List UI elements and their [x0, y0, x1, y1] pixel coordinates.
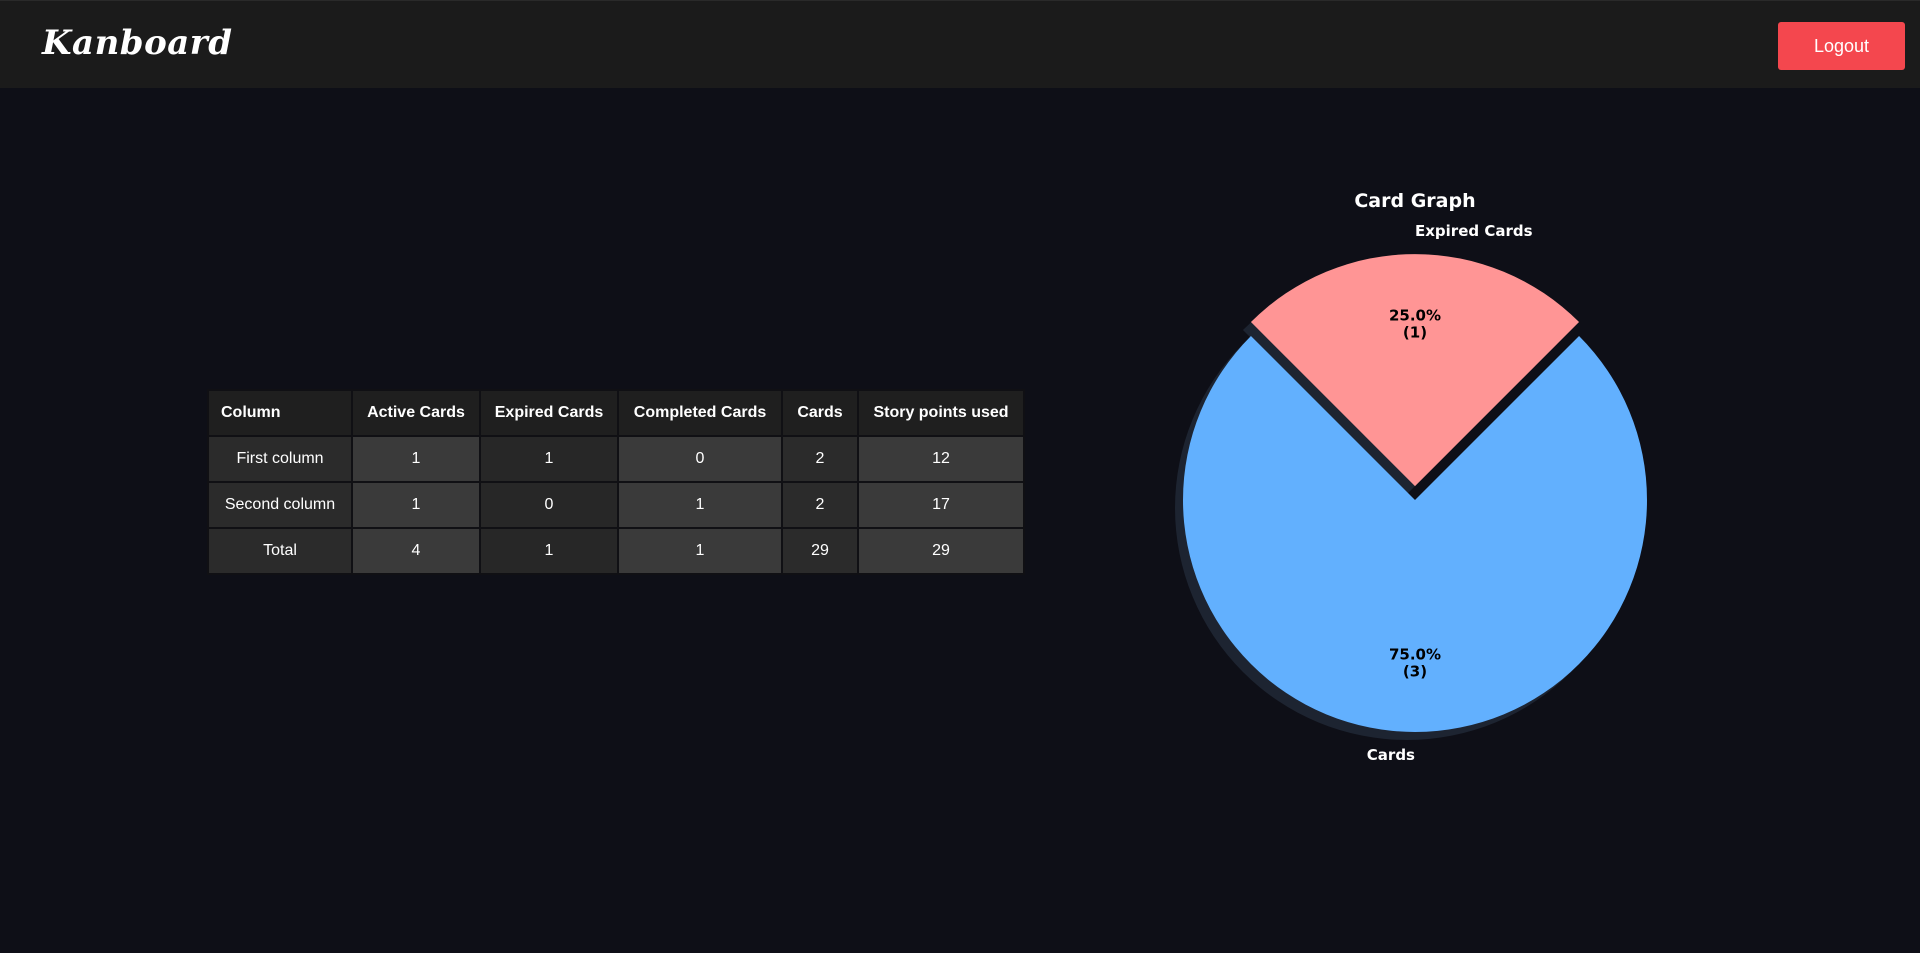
column-stats-table: Column Active Cards Expired Cards Comple… — [207, 389, 1025, 575]
slice-count-label: (3) — [1403, 662, 1427, 680]
top-navbar: Kanboard Logout — [0, 0, 1920, 88]
header-expired-cards: Expired Cards — [479, 389, 619, 437]
header-cards: Cards — [781, 389, 859, 437]
pie-chart: Card Graph Expired Cards 25.0%(1) Cards 75.… — [1175, 190, 1647, 764]
table-cell: 2 — [781, 481, 859, 529]
chart-title: Card Graph — [1354, 190, 1475, 212]
table-cell: 1 — [351, 481, 481, 529]
table-cell: 0 — [617, 435, 783, 483]
header-story-points: Story points used — [857, 389, 1025, 437]
table-cell: First column — [207, 435, 353, 483]
table-row: Second column 1 0 1 2 17 — [207, 481, 1025, 529]
table-cell: 4 — [351, 527, 481, 575]
table-cell: 2 — [781, 435, 859, 483]
table-cell: 17 — [857, 481, 1025, 529]
header-column: Column — [207, 389, 353, 437]
slice-label: Cards — [1367, 746, 1415, 764]
table-cell: 1 — [479, 435, 619, 483]
table-cell: 1 — [351, 435, 481, 483]
table-cell: 12 — [857, 435, 1025, 483]
table-cell: 1 — [479, 527, 619, 575]
header-active-cards: Active Cards — [351, 389, 481, 437]
table-cell: 29 — [857, 527, 1025, 575]
table-row: First column 1 1 0 2 12 — [207, 435, 1025, 483]
slice-percent-label: 25.0% — [1389, 307, 1441, 325]
slice-count-label: (1) — [1403, 324, 1427, 342]
header-completed-cards: Completed Cards — [617, 389, 783, 437]
slice-label: Expired Cards — [1415, 222, 1533, 240]
table-cell: 1 — [617, 527, 783, 575]
brand-logo[interactable]: Kanboard — [42, 23, 232, 63]
table-cell: 0 — [479, 481, 619, 529]
table-cell: 1 — [617, 481, 783, 529]
table-cell: 29 — [781, 527, 859, 575]
table-row-total: Total 4 1 1 29 29 — [207, 527, 1025, 575]
slice-percent-label: 75.0% — [1389, 645, 1441, 663]
table-cell: Total — [207, 527, 353, 575]
table-cell: Second column — [207, 481, 353, 529]
logout-button[interactable]: Logout — [1778, 22, 1905, 70]
table-header-row: Column Active Cards Expired Cards Comple… — [207, 389, 1025, 437]
card-graph: Card Graph Expired Cards 25.0% (1) Cards 75.… — [1150, 170, 1680, 770]
